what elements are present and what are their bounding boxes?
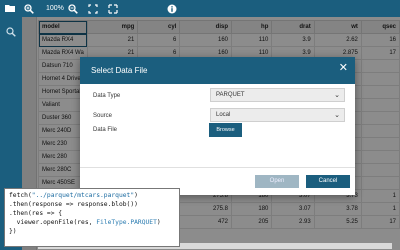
dialog-title: Select Data File <box>91 66 148 75</box>
info-icon[interactable] <box>165 0 179 17</box>
code-token: fetch( <box>9 192 32 199</box>
chevron-down-icon: ⌄ <box>334 92 340 99</box>
code-keyword: FileType.PARQUET <box>96 219 157 226</box>
browse-button[interactable]: Browse <box>209 123 242 137</box>
close-icon[interactable]: ✕ <box>339 63 348 74</box>
data-type-value: PARQUET <box>216 92 245 98</box>
code-line: }) <box>9 228 17 235</box>
zoom-out-icon[interactable] <box>66 0 80 17</box>
source-label: Source <box>93 113 113 119</box>
cancel-button[interactable]: Cancel <box>306 175 350 188</box>
fullscreen-icon[interactable] <box>106 0 120 17</box>
code-token: viewer.openFile(res, <box>9 219 97 226</box>
open-button[interactable]: Open <box>255 175 299 188</box>
source-select[interactable]: Local ⌄ <box>210 108 345 122</box>
toolbar: 100% <box>0 0 400 17</box>
select-data-file-dialog: Select Data File ✕ Data Type PARQUET ⌄ S… <box>80 57 355 195</box>
code-token: ) <box>134 192 138 199</box>
dialog-header: Select Data File ✕ <box>80 57 355 84</box>
dialog-divider <box>80 167 355 168</box>
search-icon[interactable] <box>6 27 16 39</box>
fit-screen-icon[interactable] <box>86 0 100 17</box>
data-file-label: Data File <box>93 127 118 133</box>
code-line: .then(response => response.blob()) <box>9 201 138 208</box>
zoom-in-icon[interactable] <box>22 0 36 17</box>
zoom-level: 100% <box>46 5 64 12</box>
source-value: Local <box>216 112 231 118</box>
code-line: .then(res => { <box>9 210 63 217</box>
code-snippet: fetch("../parquet/mtcars.parquet") .then… <box>4 188 180 247</box>
data-type-select[interactable]: PARQUET ⌄ <box>210 88 345 102</box>
chevron-down-icon: ⌄ <box>334 112 340 119</box>
code-token: ) <box>156 219 161 226</box>
data-type-label: Data Type <box>93 93 121 99</box>
code-string: "../parquet/mtcars.parquet" <box>31 192 135 199</box>
folder-open-icon[interactable] <box>3 0 17 17</box>
